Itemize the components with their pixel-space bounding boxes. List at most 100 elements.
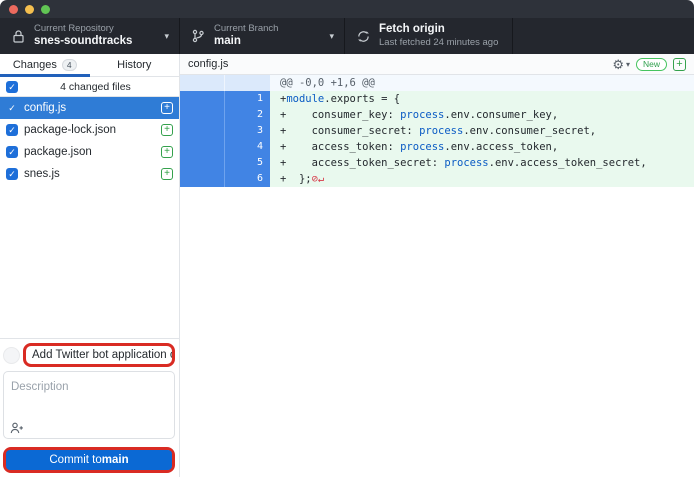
diff-line: 4+ access_token: process.env.access_toke… <box>180 139 694 155</box>
select-all-checkbox[interactable]: ✓ <box>6 81 18 93</box>
titlebar <box>0 0 694 18</box>
diff-line-code: + access_token: process.env.access_token… <box>270 139 694 155</box>
fetch-status: Last fetched 24 minutes ago <box>379 37 502 48</box>
diff-gutter-old[interactable] <box>180 139 225 155</box>
repository-name: snes-soundtracks <box>34 35 160 49</box>
file-checkbox[interactable]: ✓ <box>6 124 18 136</box>
code-segment: .env.consumer_key, <box>444 109 558 121</box>
code-keyword: process <box>400 141 444 153</box>
new-file-badge: New <box>636 58 667 71</box>
code-segment: + access_token_secret: <box>280 157 444 169</box>
file-name: snes.js <box>24 168 155 180</box>
file-list: ✓config.js+✓package-lock.json+✓package.j… <box>0 97 179 185</box>
chevron-down-icon: ▾ <box>164 31 169 42</box>
changed-files-count: 4 changed files <box>18 81 173 93</box>
commit-button-prefix: Commit to <box>49 454 101 466</box>
avatar <box>3 347 20 364</box>
toolbar: Current Repository snes-soundtracks ▾ Cu… <box>0 18 694 54</box>
diff-lines: 1+module.exports = {2+ consumer_key: pro… <box>180 91 694 187</box>
description-placeholder: Description <box>11 381 69 393</box>
diff-line-number[interactable]: 3 <box>225 123 270 139</box>
diff-panel: config.js ⚙ ▾ New + @@ -0,0 +1,6 @@ 1+mo… <box>180 54 694 477</box>
file-row[interactable]: ✓config.js+ <box>0 97 179 119</box>
code-segment: .env.access_token_secret, <box>489 157 647 169</box>
file-checkbox[interactable]: ✓ <box>6 102 18 114</box>
repository-label: Current Repository <box>34 23 160 34</box>
annotation-summary-highlight: Add Twitter bot application code <box>23 343 175 367</box>
diff-line-code: + consumer_key: process.env.consumer_key… <box>270 107 694 123</box>
summary-input[interactable]: Add Twitter bot application code <box>26 346 172 364</box>
commit-button[interactable]: Commit to main <box>6 450 172 470</box>
git-branch-icon <box>190 29 206 43</box>
sidebar: Changes 4 History ✓ 4 changed files ✓con… <box>0 54 180 477</box>
diff-gutter-old[interactable] <box>180 171 225 187</box>
close-button[interactable] <box>9 5 18 14</box>
diff-line: 1+module.exports = { <box>180 91 694 107</box>
diff-gutter-old[interactable] <box>180 123 225 139</box>
code-segment: + }; <box>280 173 312 185</box>
diff-line-code: + consumer_secret: process.env.consumer_… <box>270 123 694 139</box>
code-segment: + access_token: <box>280 141 400 153</box>
chevron-down-icon: ▾ <box>626 60 630 69</box>
code-keyword: process <box>400 109 444 121</box>
diff-line-number[interactable]: 1 <box>225 91 270 107</box>
diff-line-number[interactable]: 5 <box>225 155 270 171</box>
diff-line: 5+ access_token_secret: process.env.acce… <box>180 155 694 171</box>
code-segment: .exports = { <box>324 93 400 105</box>
hunk-header-text: @@ -0,0 +1,6 @@ <box>270 75 694 91</box>
add-coauthor-button[interactable] <box>10 422 24 434</box>
diff-line: 3+ consumer_secret: process.env.consumer… <box>180 123 694 139</box>
fetch-origin-button[interactable]: Fetch origin Last fetched 24 minutes ago <box>345 18 513 54</box>
file-row[interactable]: ✓package.json+ <box>0 141 179 163</box>
lock-icon <box>10 30 26 43</box>
diff-line: 6+ };⊘↵ <box>180 171 694 187</box>
code-segment: .env.consumer_secret, <box>463 125 596 137</box>
diff-line-number[interactable]: 4 <box>225 139 270 155</box>
tab-changes[interactable]: Changes 4 <box>0 54 90 76</box>
zoom-button[interactable] <box>41 5 50 14</box>
branch-name: main <box>214 35 325 49</box>
diff-line-code: + access_token_secret: process.env.acces… <box>270 155 694 171</box>
description-textarea[interactable]: Description <box>3 371 175 439</box>
sync-icon <box>355 30 371 43</box>
diff-view: @@ -0,0 +1,6 @@ 1+module.exports = {2+ c… <box>180 75 694 477</box>
no-newline-icon: ⊘↵ <box>312 173 325 185</box>
diff-gutter-old[interactable] <box>180 155 225 171</box>
diff-gutter-old[interactable] <box>180 107 225 123</box>
file-name: package-lock.json <box>24 124 155 136</box>
diff-header: config.js ⚙ ▾ New + <box>180 54 694 75</box>
expand-diff-button[interactable]: + <box>673 58 686 71</box>
file-row[interactable]: ✓ snes.js + <box>0 163 179 185</box>
diff-line-code: + };⊘↵ <box>270 171 694 187</box>
file-checkbox[interactable]: ✓ <box>6 168 18 180</box>
minimize-button[interactable] <box>25 5 34 14</box>
hunk-gutter <box>180 75 225 91</box>
code-segment: .env.access_token, <box>444 141 558 153</box>
diff-gutter-old[interactable] <box>180 91 225 107</box>
code-keyword: module <box>286 93 324 105</box>
current-branch-button[interactable]: Current Branch main ▾ <box>180 18 345 54</box>
hunk-header-row: @@ -0,0 +1,6 @@ <box>180 75 694 91</box>
tab-bar: Changes 4 History <box>0 54 179 77</box>
file-checkbox[interactable]: ✓ <box>6 146 18 158</box>
tab-history-label: History <box>117 59 151 71</box>
diff-line-number[interactable]: 6 <box>225 171 270 187</box>
code-segment: + consumer_secret: <box>280 125 419 137</box>
code-keyword: process <box>444 157 488 169</box>
added-file-icon: + <box>161 168 173 180</box>
changes-count-badge: 4 <box>62 59 77 71</box>
code-segment: + consumer_key: <box>280 109 400 121</box>
diff-line-number[interactable]: 2 <box>225 107 270 123</box>
changed-files-header: ✓ 4 changed files <box>0 77 179 97</box>
diff-line: 2+ consumer_key: process.env.consumer_ke… <box>180 107 694 123</box>
file-name: package.json <box>24 146 155 158</box>
toolbar-spacer <box>513 18 694 54</box>
commit-button-branch: main <box>102 454 129 466</box>
tab-history[interactable]: History <box>90 54 180 76</box>
branch-label: Current Branch <box>214 23 325 34</box>
app-window: Current Repository snes-soundtracks ▾ Cu… <box>0 0 694 477</box>
diff-options-button[interactable]: ⚙ ▾ <box>612 58 630 71</box>
file-row[interactable]: ✓package-lock.json+ <box>0 119 179 141</box>
current-repository-button[interactable]: Current Repository snes-soundtracks ▾ <box>0 18 180 54</box>
hunk-gutter <box>225 75 270 91</box>
